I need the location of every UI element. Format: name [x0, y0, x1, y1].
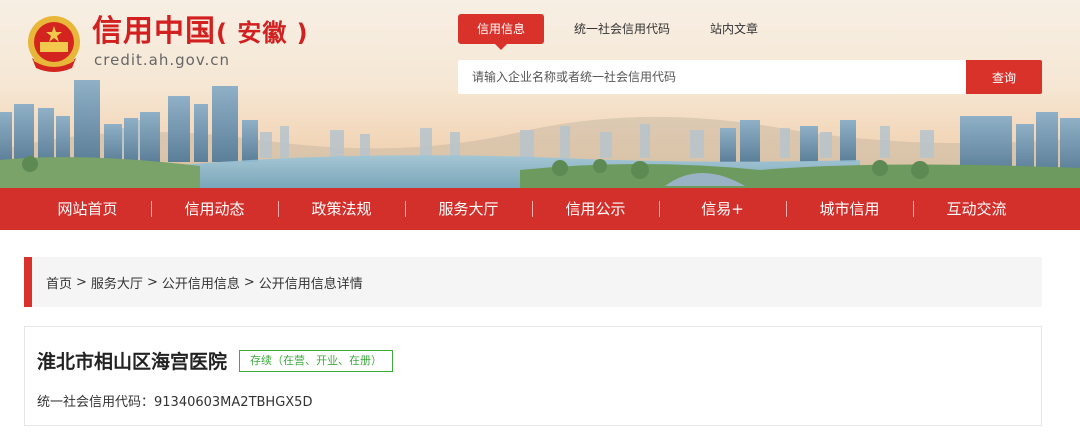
- breadcrumb-item-detail: 公开信用信息详情: [258, 276, 363, 292]
- search-tabs: 信用信息 统一社会信用代码 站内文章: [458, 14, 788, 50]
- nav-item-policy[interactable]: 政策法规: [278, 188, 405, 230]
- nav-item-city-credit[interactable]: 城市信用: [786, 188, 913, 230]
- search-tab-credit-info[interactable]: 信用信息: [458, 14, 545, 50]
- entity-info-card: 淮北市相山区海宫医院 存续（在营、开业、在册） 统一社会信用代码：9134060…: [24, 326, 1042, 426]
- breadcrumb-accent-bar: [24, 257, 32, 307]
- search-button[interactable]: 查询: [966, 60, 1042, 94]
- credit-code-row: 统一社会信用代码：91340603MA2TBHGX5D: [37, 391, 312, 410]
- credit-code-value: 91340603MA2TBHGX5D: [154, 395, 313, 410]
- main-nav: 网站首页 信用动态 政策法规 服务大厅 信用公示 信易+ 城市信用 互动交流: [0, 188, 1080, 230]
- nav-item-credit-publicity[interactable]: 信用公示: [532, 188, 659, 230]
- nav-item-credit-news[interactable]: 信用动态: [151, 188, 278, 230]
- status-badge: 存续（在营、开业、在册）: [239, 349, 394, 372]
- nav-item-interaction[interactable]: 互动交流: [913, 188, 1040, 230]
- logo-province: ( 安徽 ): [216, 19, 309, 47]
- entity-name: 淮北市相山区海宫医院: [37, 351, 228, 373]
- search-box: 查询: [458, 60, 1042, 94]
- site-logo[interactable]: 信用中国( 安徽 ) credit.ah.gov.cn: [22, 12, 309, 76]
- credit-code-label: 统一社会信用代码：: [37, 395, 155, 410]
- breadcrumb-item-home[interactable]: 首页: [46, 273, 72, 292]
- national-emblem-icon: [28, 16, 80, 72]
- logo-title: 信用中国( 安徽 ): [92, 14, 309, 49]
- breadcrumb-separator: >: [146, 274, 158, 290]
- breadcrumb-item-public-credit-info[interactable]: 公开信用信息: [162, 273, 240, 292]
- header-banner: 信用中国( 安徽 ) credit.ah.gov.cn 信用信息 统一社会信用代…: [0, 0, 1080, 188]
- search-tab-credit-code[interactable]: 统一社会信用代码: [564, 14, 680, 44]
- search-tab-site-articles[interactable]: 站内文章: [700, 14, 768, 44]
- logo-domain: credit.ah.gov.cn: [94, 51, 231, 69]
- breadcrumb-separator: >: [76, 274, 87, 290]
- breadcrumb-item-service-hall[interactable]: 服务大厅: [91, 273, 143, 292]
- nav-item-home[interactable]: 网站首页: [24, 188, 151, 230]
- breadcrumb-separator: >: [243, 274, 255, 290]
- nav-item-service-hall[interactable]: 服务大厅: [405, 188, 532, 230]
- search-input[interactable]: [458, 60, 966, 94]
- breadcrumb: 首页 > 服务大厅 > 公开信用信息 > 公开信用信息详情: [24, 257, 1042, 307]
- nav-item-xinyi-plus[interactable]: 信易+: [659, 188, 786, 230]
